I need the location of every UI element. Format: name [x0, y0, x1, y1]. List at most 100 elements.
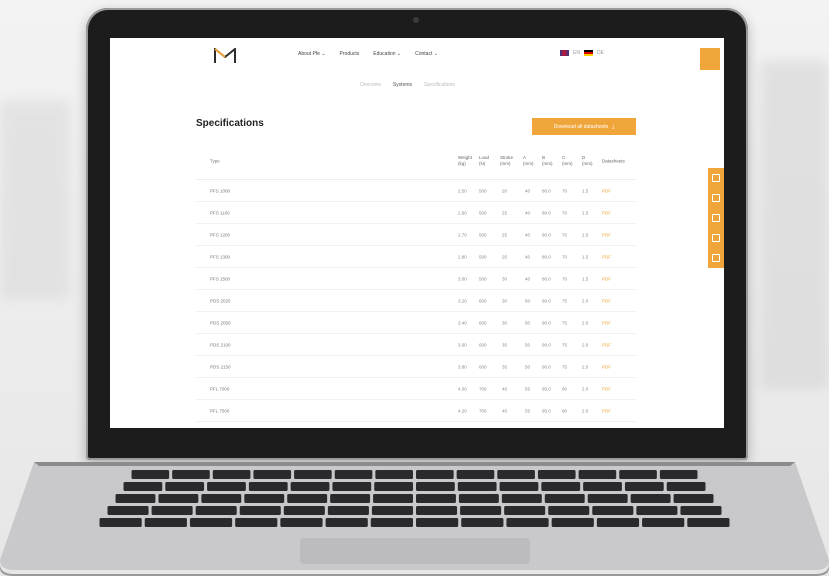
keyboard-key[interactable]: [371, 506, 413, 515]
keyboard-key[interactable]: [541, 482, 581, 491]
keyboard-key[interactable]: [283, 506, 325, 515]
keyboard-key[interactable]: [131, 470, 170, 479]
keyboard-key[interactable]: [551, 518, 594, 527]
keyboard-key[interactable]: [596, 518, 640, 527]
keyboard-key[interactable]: [290, 482, 330, 491]
keyboard-key[interactable]: [201, 494, 242, 503]
keyboard-key[interactable]: [642, 518, 685, 527]
nav-education[interactable]: Education ⌄: [373, 51, 401, 57]
keyboard-key[interactable]: [592, 506, 634, 515]
lang-de[interactable]: DE: [597, 50, 604, 56]
download-icon[interactable]: [712, 234, 720, 242]
pdf-download-link[interactable]: PDF: [602, 364, 611, 369]
keyboard-key[interactable]: [189, 518, 233, 527]
keyboard-key[interactable]: [583, 482, 622, 491]
keyboard-key[interactable]: [416, 470, 454, 479]
pdf-download-link[interactable]: PDF: [602, 320, 611, 325]
keyboard-key[interactable]: [659, 470, 698, 479]
menu-button[interactable]: [700, 48, 720, 70]
share-icon[interactable]: [712, 254, 720, 262]
phone-icon[interactable]: [712, 174, 720, 182]
pdf-download-link[interactable]: PDF: [602, 254, 611, 259]
keyboard-key[interactable]: [207, 482, 246, 491]
pdf-download-link[interactable]: PDF: [602, 386, 611, 391]
keyboard-key[interactable]: [248, 482, 288, 491]
keyboard-key[interactable]: [460, 506, 502, 515]
keyboard-key[interactable]: [461, 518, 504, 527]
keyboard-key[interactable]: [280, 518, 323, 527]
keyboard-key[interactable]: [327, 506, 369, 515]
keyboard-key[interactable]: [497, 470, 535, 479]
tab-systems[interactable]: Systems: [393, 82, 412, 88]
pdf-download-link[interactable]: PDF: [602, 232, 611, 237]
keyboard-key[interactable]: [544, 494, 585, 503]
keyboard-key[interactable]: [673, 494, 714, 503]
keyboard-key[interactable]: [680, 506, 722, 515]
keyboard-key[interactable]: [244, 494, 285, 503]
keyboard-key[interactable]: [123, 482, 163, 491]
keyboard-key[interactable]: [107, 506, 149, 515]
logo-icon[interactable]: [214, 48, 236, 64]
keyboard-key[interactable]: [253, 470, 292, 479]
keyboard-key[interactable]: [458, 494, 499, 503]
keyboard-key[interactable]: [144, 518, 187, 527]
trackpad[interactable]: [300, 538, 530, 564]
keyboard-key[interactable]: [499, 482, 539, 491]
keyboard-key[interactable]: [687, 518, 730, 527]
mail-icon[interactable]: [712, 194, 720, 202]
keyboard-key[interactable]: [239, 506, 281, 515]
keyboard-key[interactable]: [537, 470, 576, 479]
nav-contact[interactable]: Contact ⌄: [415, 51, 438, 57]
nav-about[interactable]: About Pfe ⌄: [298, 51, 326, 57]
pdf-download-link[interactable]: PDF: [602, 408, 611, 413]
de-flag-icon[interactable]: [583, 50, 593, 56]
keyboard-key[interactable]: [235, 518, 278, 527]
keyboard-key[interactable]: [416, 494, 456, 503]
keyboard-key[interactable]: [287, 494, 328, 503]
keyboard-key[interactable]: [370, 518, 413, 527]
keyboard-key[interactable]: [416, 482, 455, 491]
tab-specifications[interactable]: Specifications: [424, 82, 455, 88]
keyboard-key[interactable]: [325, 518, 368, 527]
keyboard-key[interactable]: [416, 518, 459, 527]
nav-products[interactable]: Products: [340, 51, 360, 57]
download-all-button[interactable]: Download all datasheets ⤓: [532, 118, 636, 135]
keyboard-key[interactable]: [294, 470, 332, 479]
keyboard-key[interactable]: [334, 470, 373, 479]
keyboard-key[interactable]: [624, 482, 664, 491]
keyboard-key[interactable]: [416, 506, 458, 515]
keyboard-key[interactable]: [332, 482, 372, 491]
keyboard-key[interactable]: [578, 470, 617, 479]
keyboard-key[interactable]: [165, 482, 205, 491]
keyboard-key[interactable]: [151, 506, 193, 515]
keyboard-key[interactable]: [456, 470, 495, 479]
uk-flag-icon[interactable]: [560, 50, 569, 56]
keyboard-key[interactable]: [158, 494, 199, 503]
keyboard-key[interactable]: [99, 518, 142, 527]
keyboard-key[interactable]: [619, 470, 657, 479]
lang-en[interactable]: EN: [573, 50, 580, 56]
pdf-download-link[interactable]: PDF: [602, 188, 611, 193]
keyboard-key[interactable]: [636, 506, 678, 515]
keyboard-key[interactable]: [375, 470, 413, 479]
keyboard-key[interactable]: [506, 518, 549, 527]
keyboard-key[interactable]: [195, 506, 237, 515]
keyboard-key[interactable]: [330, 494, 371, 503]
keyboard-key[interactable]: [374, 482, 413, 491]
chat-icon[interactable]: [712, 214, 720, 222]
pdf-download-link[interactable]: PDF: [602, 276, 611, 281]
keyboard-key[interactable]: [587, 494, 628, 503]
pdf-download-link[interactable]: PDF: [602, 210, 611, 215]
keyboard-key[interactable]: [373, 494, 413, 503]
keyboard-key[interactable]: [504, 506, 546, 515]
pdf-download-link[interactable]: PDF: [602, 342, 611, 347]
keyboard-key[interactable]: [457, 482, 497, 491]
keyboard-key[interactable]: [666, 482, 706, 491]
pdf-download-link[interactable]: PDF: [602, 298, 611, 303]
tab-overview[interactable]: Overview: [360, 82, 381, 88]
keyboard-key[interactable]: [172, 470, 210, 479]
keyboard-key[interactable]: [501, 494, 542, 503]
keyboard-key[interactable]: [212, 470, 251, 479]
keyboard-key[interactable]: [630, 494, 671, 503]
keyboard-key[interactable]: [115, 494, 156, 503]
